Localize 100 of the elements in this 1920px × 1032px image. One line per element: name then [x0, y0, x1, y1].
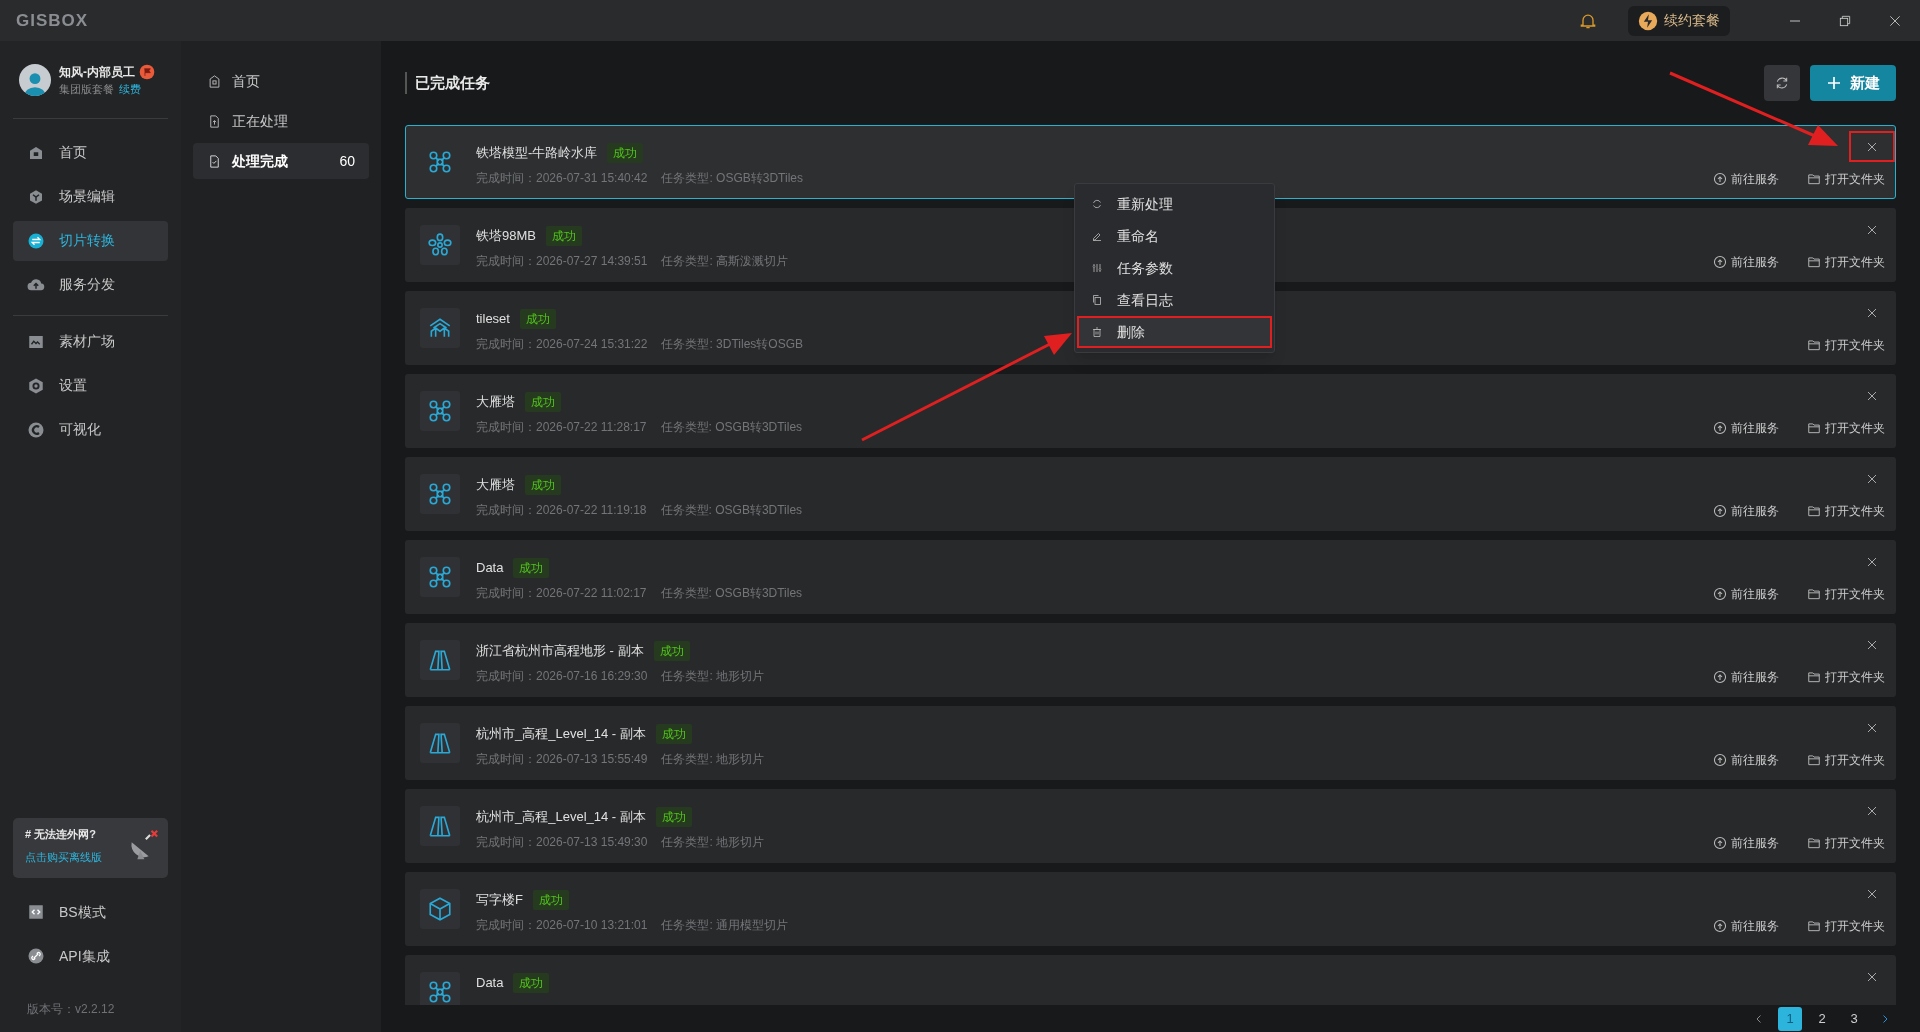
- task-type: 任务类型: 地形切片: [661, 668, 765, 685]
- close-icon: [1866, 804, 1878, 817]
- task-card[interactable]: 大雁塔 成功 完成时间：2026-07-22 11:19:18 任务类型: OSGB转3DTiles 前往服务 打开文件夹: [405, 457, 1896, 531]
- completion-time: 完成时间：2026-07-31 15:40:42: [476, 170, 648, 187]
- open-folder-button[interactable]: 打开文件夹: [1807, 751, 1885, 769]
- task-card[interactable]: 杭州市_高程_Level_14 - 副本 成功 完成时间：2026-07-13 15:49:30 任务类型: 地形切片 前往服务 打开文件夹: [405, 789, 1896, 863]
- go-to-service-button[interactable]: 前往服务: [1713, 170, 1779, 188]
- task-name: 杭州市_高程_Level_14 - 副本: [476, 725, 646, 744]
- completion-time: 完成时间：2026-07-24 15:31:22: [476, 336, 648, 353]
- folder-icon: [1807, 421, 1821, 435]
- upload-icon: [1713, 255, 1727, 269]
- open-folder-button[interactable]: 打开文件夹: [1807, 336, 1885, 354]
- task-card[interactable]: 写字楼F 成功 完成时间：2026-07-10 13:21:01 任务类型: 通用模型切片 前往服务 打开文件夹: [405, 872, 1896, 946]
- folder-icon: [1807, 338, 1821, 352]
- task-card[interactable]: 杭州市_高程_Level_14 - 副本 成功 完成时间：2026-07-13 15:55:49 任务类型: 地形切片 前往服务 打开文件夹: [405, 706, 1896, 780]
- upload-icon: [1713, 421, 1727, 435]
- file-check-icon: [207, 153, 222, 169]
- plus-icon: [1826, 75, 1842, 91]
- close-button[interactable]: [1849, 131, 1895, 162]
- completion-time: 完成时间：2026-07-10 13:21:01: [476, 917, 648, 934]
- nav-item[interactable]: 服务分发: [13, 264, 168, 305]
- app-logo: GISBOX: [16, 9, 89, 32]
- task-type: 任务类型: 通用模型切片: [661, 917, 789, 934]
- task-name: tileset: [476, 310, 510, 329]
- task-type: 任务类型: OSGB转3DTiles: [660, 419, 803, 436]
- go-to-service-button[interactable]: 前往服务: [1713, 585, 1779, 603]
- go-to-service-button[interactable]: 前往服务: [1713, 917, 1779, 935]
- count-label: 60: [339, 151, 355, 171]
- link-icon: [27, 947, 45, 965]
- task-type: 任务类型: 高斯泼溅切片: [661, 253, 789, 270]
- version-label: 版本号：v2.2.12: [26, 1001, 116, 1018]
- go-to-service-button[interactable]: 前往服务: [1713, 419, 1779, 437]
- nav-item[interactable]: API集成: [13, 936, 168, 976]
- open-folder-button[interactable]: 打开文件夹: [1807, 253, 1885, 271]
- close-icon: [1866, 472, 1878, 485]
- sub-nav-item[interactable]: 首页: [193, 63, 369, 99]
- context-menu-item[interactable]: 删除: [1077, 316, 1272, 348]
- task-card[interactable]: 大雁塔 成功 完成时间：2026-07-22 11:28:17 任务类型: OSGB转3DTiles 前往服务 打开文件夹: [405, 374, 1896, 448]
- nav-item[interactable]: 首页: [13, 132, 168, 173]
- open-folder-button[interactable]: 打开文件夹: [1807, 834, 1885, 852]
- minimize-icon: [1790, 19, 1800, 22]
- nav-item[interactable]: 可视化: [13, 409, 168, 450]
- task-name: Data: [476, 559, 504, 578]
- go-to-service-button[interactable]: 前往服务: [1713, 751, 1779, 769]
- status-badge: 成功: [607, 143, 644, 163]
- open-folder-button[interactable]: 打开文件夹: [1807, 917, 1885, 935]
- refresh-button[interactable]: [1764, 65, 1800, 101]
- upload-icon: [1713, 753, 1727, 767]
- task-name: 铁塔模型-牛路岭水库: [476, 144, 598, 163]
- renew-link[interactable]: 续费: [119, 81, 141, 98]
- completion-time: 完成时间：2026-07-13 15:49:30: [476, 834, 648, 851]
- status-badge: 成功: [653, 641, 690, 661]
- open-folder-button[interactable]: 打开文件夹: [1807, 170, 1885, 188]
- nav-item[interactable]: 切片转换: [13, 220, 168, 261]
- drone-icon: [427, 564, 453, 590]
- open-folder-button[interactable]: 打开文件夹: [1807, 585, 1885, 603]
- nav-item[interactable]: 场景编辑: [13, 176, 168, 217]
- drone-icon: [427, 398, 453, 424]
- go-to-service-button[interactable]: 前往服务: [1713, 668, 1779, 686]
- open-folder-button[interactable]: 打开文件夹: [1807, 419, 1885, 437]
- buy-offline-link[interactable]: 点击购买离线版: [25, 848, 156, 865]
- context-menu-item[interactable]: 重命名: [1077, 220, 1272, 252]
- swap-icon: [27, 231, 45, 250]
- close-icon: [1866, 721, 1878, 734]
- renew-plan-button[interactable]: 续约套餐: [1628, 5, 1730, 36]
- context-menu-item[interactable]: 任务参数: [1077, 252, 1272, 284]
- task-name: Data: [476, 974, 504, 993]
- task-name: 大雁塔: [476, 476, 515, 495]
- upload-icon: [1713, 836, 1727, 850]
- page-button[interactable]: 2: [1810, 1006, 1834, 1031]
- status-badge: 成功: [525, 475, 561, 495]
- nav-item[interactable]: 设置: [13, 365, 168, 406]
- task-type: 任务类型: 地形切片: [661, 751, 765, 768]
- open-folder-button[interactable]: 打开文件夹: [1807, 502, 1885, 520]
- close-icon: [1866, 970, 1878, 983]
- upload-icon: [1713, 670, 1727, 684]
- completion-time: 完成时间：2026-07-13 15:55:49: [476, 751, 648, 768]
- open-folder-button[interactable]: 打开文件夹: [1807, 668, 1885, 686]
- sub-nav-item[interactable]: 处理完成 60: [193, 143, 369, 179]
- copy-icon: [1091, 294, 1103, 306]
- go-to-service-button[interactable]: 前往服务: [1713, 502, 1779, 520]
- folder-icon: [1807, 919, 1821, 933]
- task-card[interactable]: Data 成功 完成时间：2026-07-22 11:02:17 任务类型: OSGB转3DTiles 前往服务 打开文件夹: [405, 540, 1896, 614]
- refresh-icon: [1774, 75, 1790, 91]
- code-icon: [27, 903, 45, 921]
- folder-icon: [1807, 587, 1821, 601]
- go-to-service-button[interactable]: 前往服务: [1713, 253, 1779, 271]
- sub-nav-item[interactable]: 正在处理: [193, 103, 369, 139]
- task-card[interactable]: Data 成功: [405, 955, 1896, 1005]
- refresh-icon: [1091, 198, 1103, 210]
- go-to-service-button[interactable]: 前往服务: [1713, 834, 1779, 852]
- nav-item[interactable]: BS模式: [13, 892, 168, 932]
- task-card[interactable]: 浙江省杭州市高程地形 - 副本 成功 完成时间：2026-07-16 16:29:30 任务类型: 地形切片 前往服务 打开文件夹: [405, 623, 1896, 697]
- folder-icon: [1807, 255, 1821, 269]
- task-name: 杭州市_高程_Level_14 - 副本: [476, 808, 646, 827]
- new-button[interactable]: 新建: [1810, 65, 1896, 101]
- status-badge: 成功: [513, 558, 550, 578]
- status-badge: 成功: [655, 807, 692, 827]
- nav-item[interactable]: 素材广场: [13, 321, 168, 362]
- page-button[interactable]: 3: [1842, 1006, 1866, 1031]
